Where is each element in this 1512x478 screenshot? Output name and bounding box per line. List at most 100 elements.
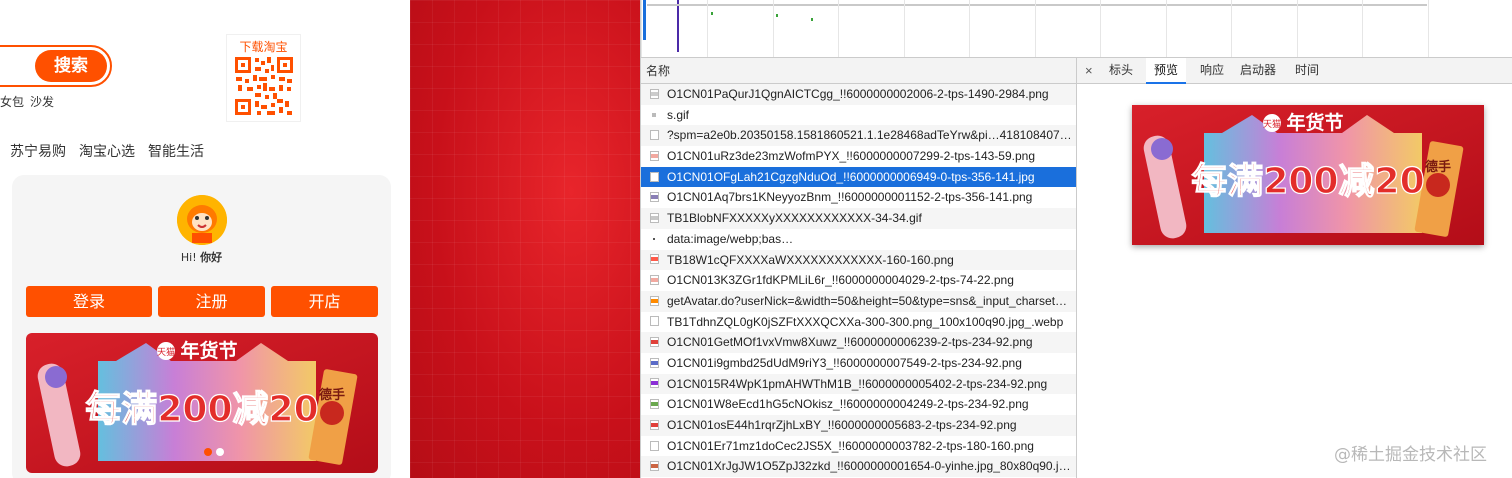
- request-row[interactable]: O1CN013K3ZGr1fdKPMLiL6r_!!6000000004029-…: [641, 270, 1076, 291]
- promo-banner[interactable]: 天猫 年货节 每满200减20 德手: [26, 333, 378, 473]
- timeline-bar: [647, 4, 1427, 6]
- banner-title: 年货节: [180, 339, 237, 362]
- detail-tabbar: × 标头 预览 响应 启动器 时间: [1077, 58, 1512, 84]
- open-shop-button[interactable]: 开店: [271, 286, 378, 317]
- preview-pane: × 标头 预览 响应 启动器 时间 天猫 年货节 每满200减20 德手: [1077, 58, 1512, 478]
- greeting: Hi! 你好: [12, 249, 391, 265]
- greeting-prefix: Hi!: [180, 251, 197, 264]
- close-icon[interactable]: ×: [1085, 58, 1093, 83]
- qr-code-icon: [233, 55, 295, 117]
- register-button[interactable]: 注册: [158, 286, 265, 317]
- tab-response[interactable]: 响应: [1192, 58, 1232, 84]
- request-name: O1CN01Er71mz1doCec2JS5X_!!6000000003782-…: [667, 438, 1034, 453]
- request-name: TB18W1cQFXXXXaWXXXXXXXXXXXX-160-160.png: [667, 252, 954, 267]
- nav-link[interactable]: 淘宝心选: [79, 144, 135, 160]
- request-row[interactable]: TB18W1cQFXXXXaWXXXXXXXXXXXX-160-160.png: [641, 249, 1076, 271]
- file-type-icon: [650, 440, 659, 451]
- nav-link[interactable]: 苏宁易购: [10, 144, 66, 160]
- banner-side-label: 德手: [319, 387, 345, 403]
- request-row[interactable]: O1CN01Er71mz1doCec2JS5X_!!6000000003782-…: [641, 436, 1076, 457]
- qr-download[interactable]: 下载淘宝: [226, 34, 301, 122]
- background-banner: [410, 0, 640, 478]
- banner-brand: 天猫: [157, 346, 175, 358]
- qr-title: 下载淘宝: [239, 40, 288, 54]
- request-row[interactable]: TB1TdhnZQL0gK0jSZFtXXXQCXXa-300-300.png_…: [641, 312, 1076, 333]
- file-type-icon: [650, 357, 659, 368]
- request-name: O1CN01uRz3de23mzWofmPYX_!!6000000007299-…: [667, 149, 1036, 164]
- request-name: TB1TdhnZQL0gK0jSZFtXXXQCXXa-300-300.png_…: [667, 314, 1064, 329]
- network-overview[interactable]: [641, 0, 1512, 58]
- request-row[interactable]: O1CN01W8eEcd1hG5cNOkisz_!!6000000004249-…: [641, 394, 1076, 415]
- file-type-icon: [650, 337, 659, 348]
- file-type-icon: [650, 316, 659, 327]
- request-row[interactable]: O1CN01i9gmbd25dUdM9riY3_!!6000000007549-…: [641, 353, 1076, 374]
- search-button[interactable]: 搜索: [35, 50, 107, 82]
- request-row[interactable]: O1CN01PaQurJ1QgnAICTCgg_!!6000000002006-…: [641, 84, 1076, 105]
- request-row[interactable]: O1CN01uRz3de23mzWofmPYX_!!6000000007299-…: [641, 146, 1076, 167]
- request-name: O1CN015R4WpK1pmAHWThM1B_!!6000000005402-…: [667, 376, 1048, 391]
- hot-words: 女包 沙发: [0, 93, 60, 110]
- file-type-icon: [650, 88, 659, 99]
- request-name: O1CN01XrJgJW1O5ZpJ32zkd_!!6000000001654-…: [667, 459, 1071, 474]
- request-name: O1CN01PaQurJ1QgnAICTCgg_!!6000000002006-…: [667, 87, 1049, 101]
- request-name: O1CN01OFgLah21CgzgNduOd_!!6000000006949-…: [667, 169, 1035, 184]
- request-name: s.gif: [667, 107, 690, 122]
- banner-slogan: 每满200减20: [85, 389, 318, 430]
- preview-side-label: 德手: [1425, 159, 1451, 175]
- request-name: O1CN01GetMOf1vxVmw8Xuwz_!!6000000006239-…: [667, 335, 1033, 350]
- file-type-icon: [650, 275, 659, 286]
- request-name: TB1BlobNFXXXXXyXXXXXXXXXXXX-34-34.gif: [667, 211, 922, 226]
- file-type-icon: [650, 150, 659, 161]
- file-type-icon: [650, 254, 659, 265]
- request-row[interactable]: data:image/webp;bas…: [641, 229, 1076, 250]
- background-grid: [410, 0, 640, 478]
- nav-link[interactable]: 智能生活: [148, 144, 204, 160]
- tab-headers[interactable]: 标头: [1101, 58, 1141, 84]
- user-card: Hi! 你好 登录 注册 开店 天猫 年货节 每满200减20 德手: [12, 175, 391, 478]
- request-row[interactable]: TB1BlobNFXXXXXyXXXXXXXXXXXX-34-34.gif: [641, 208, 1076, 229]
- request-name: O1CN01W8eEcd1hG5cNOkisz_!!6000000004249-…: [667, 397, 1029, 412]
- request-row[interactable]: s.gif: [641, 105, 1076, 126]
- tab-preview[interactable]: 预览: [1146, 58, 1187, 84]
- request-rows: O1CN01PaQurJ1QgnAICTCgg_!!6000000002006-…: [641, 84, 1076, 478]
- request-row[interactable]: O1CN01GetMOf1vxVmw8Xuwz_!!6000000006239-…: [641, 332, 1076, 353]
- request-name: O1CN01osE44h1rqrZjhLxBY_!!6000000005683-…: [667, 418, 1017, 432]
- request-name: O1CN01i9gmbd25dUdM9riY3_!!6000000007549-…: [667, 355, 1022, 370]
- preview-brand: 天猫: [1263, 118, 1281, 130]
- request-name: data:image/webp;bas…: [667, 231, 794, 246]
- file-type-icon: [650, 212, 659, 223]
- greeting-text: 你好: [200, 251, 223, 264]
- name-column-header[interactable]: 名称: [641, 58, 1076, 84]
- file-type-icon: [650, 171, 659, 182]
- request-name: ?spm=a2e0b.20350158.1581860521.1.1e28468…: [667, 128, 1072, 143]
- search-box[interactable]: 搜索: [0, 45, 112, 87]
- avatar[interactable]: [177, 195, 227, 245]
- request-row[interactable]: O1CN01OFgLah21CgzgNduOd_!!6000000006949-…: [641, 166, 1076, 188]
- file-type-icon: [653, 237, 655, 240]
- file-type-icon: [650, 192, 659, 203]
- file-type-icon: [650, 419, 659, 430]
- timeline-marker: [643, 0, 646, 40]
- request-row[interactable]: O1CN015R4WpK1pmAHWThM1B_!!6000000005402-…: [641, 373, 1076, 395]
- request-name: getAvatar.do?userNick=&width=50&height=5…: [667, 293, 1068, 308]
- request-list[interactable]: 名称 O1CN01PaQurJ1QgnAICTCgg_!!60000000020…: [641, 58, 1077, 478]
- hot-word[interactable]: 女包: [0, 95, 24, 109]
- tab-timing[interactable]: 时间: [1287, 58, 1327, 84]
- file-type-icon: [650, 461, 659, 472]
- request-row[interactable]: getAvatar.do?userNick=&width=50&height=5…: [641, 290, 1076, 312]
- request-row[interactable]: O1CN01osE44h1rqrZjhLxBY_!!6000000005683-…: [641, 415, 1076, 436]
- request-row[interactable]: ?spm=a2e0b.20350158.1581860521.1.1e28468…: [641, 125, 1076, 147]
- devtools-network-panel: 名称 O1CN01PaQurJ1QgnAICTCgg_!!60000000020…: [640, 0, 1512, 478]
- taobao-mascot-icon: [177, 195, 227, 245]
- request-name: O1CN013K3ZGr1fdKPMLiL6r_!!6000000004029-…: [667, 273, 1014, 288]
- file-type-icon: [652, 112, 656, 117]
- tab-initiator[interactable]: 启动器: [1232, 58, 1284, 84]
- image-preview: 天猫 年货节 每满200减20 德手: [1132, 105, 1484, 245]
- hot-word[interactable]: 沙发: [30, 95, 54, 109]
- request-row[interactable]: O1CN01Aq7brs1KNeyyozBnm_!!6000000001152-…: [641, 187, 1076, 208]
- nav-links: 苏宁易购 淘宝心选 智能生活: [10, 141, 217, 161]
- login-button[interactable]: 登录: [26, 286, 152, 317]
- request-row[interactable]: O1CN01XrJgJW1O5ZpJ32zkd_!!6000000001654-…: [641, 456, 1076, 478]
- new-year-festival-banner-preview: 天猫 年货节 每满200减20 德手: [1132, 105, 1484, 245]
- preview-title: 年货节: [1286, 111, 1343, 134]
